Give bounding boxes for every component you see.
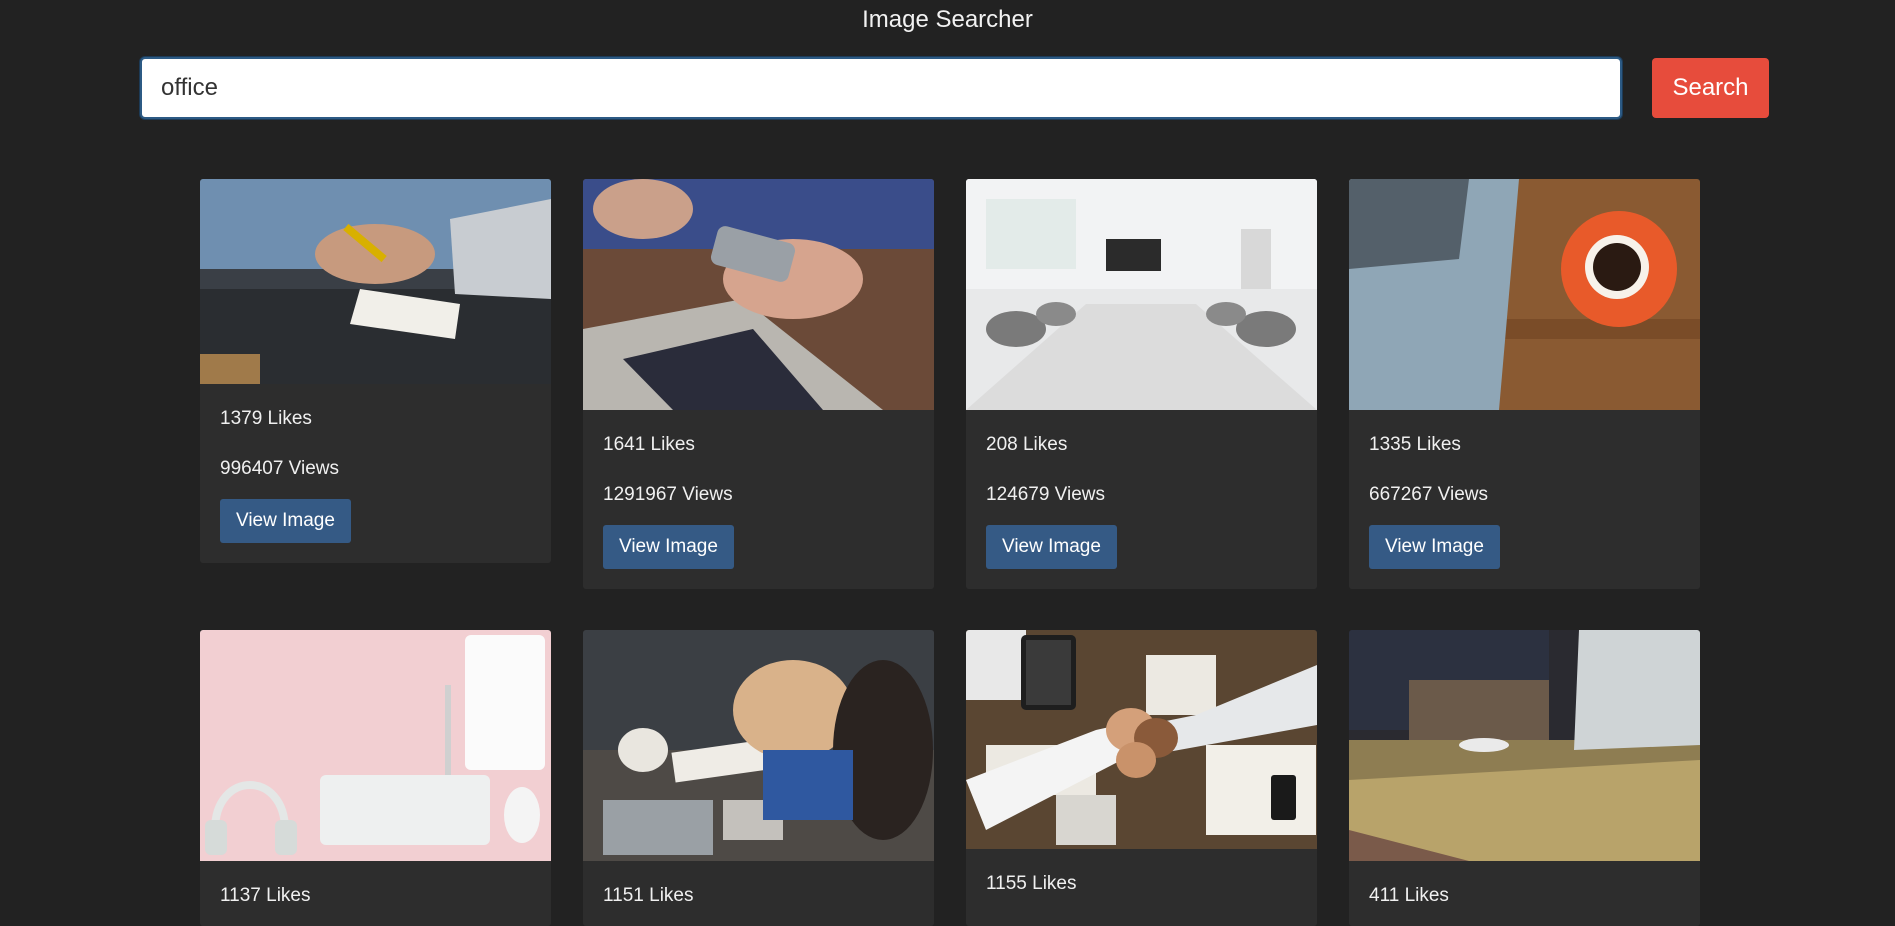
result-card: 1137 Likes	[200, 630, 551, 926]
result-card: 1379 Likes 996407 Views View Image	[200, 179, 551, 563]
view-image-button[interactable]: View Image	[1369, 525, 1500, 569]
result-card: 208 Likes 124679 Views View Image	[966, 179, 1317, 589]
image-searcher-page: Image Searcher Search 1379 Likes	[0, 0, 1895, 926]
views-count: 667267 Views	[1369, 484, 1489, 505]
fist-bump-photo	[966, 630, 1317, 849]
search-button[interactable]: Search	[1652, 58, 1769, 118]
search-bar: Search	[140, 57, 1769, 119]
views-count: 1291967 Views	[603, 484, 733, 505]
views-count: 124679 Views	[986, 484, 1106, 505]
phone-and-laptop-photo	[583, 179, 934, 410]
person-writing-at-desk-photo	[200, 179, 551, 384]
view-image-button[interactable]: View Image	[986, 525, 1117, 569]
page-title: Image Searcher	[862, 6, 1033, 33]
laptop-and-coffee-photo	[1349, 179, 1700, 410]
likes-count: 411 Likes	[1369, 885, 1449, 906]
laptop-on-table-photo	[1349, 630, 1700, 861]
likes-count: 1155 Likes	[986, 873, 1077, 894]
likes-count: 1151 Likes	[603, 885, 694, 906]
desk-accessories-photo	[200, 630, 551, 861]
views-count: 996407 Views	[220, 458, 340, 479]
result-card: 1335 Likes 667267 Views View Image	[1349, 179, 1700, 589]
view-image-button[interactable]: View Image	[603, 525, 734, 569]
likes-count: 1335 Likes	[1369, 434, 1461, 455]
result-card: 411 Likes	[1349, 630, 1700, 926]
view-image-button[interactable]: View Image	[220, 499, 351, 543]
likes-count: 1137 Likes	[220, 885, 311, 906]
likes-count: 1641 Likes	[603, 434, 695, 455]
result-card: 1151 Likes	[583, 630, 934, 926]
likes-count: 208 Likes	[986, 434, 1068, 455]
result-card: 1155 Likes	[966, 630, 1317, 926]
conference-room-photo	[966, 179, 1317, 410]
search-input[interactable]	[140, 57, 1622, 119]
team-meeting-photo	[583, 630, 934, 861]
result-card: 1641 Likes 1291967 Views View Image	[583, 179, 934, 589]
likes-count: 1379 Likes	[220, 408, 312, 429]
